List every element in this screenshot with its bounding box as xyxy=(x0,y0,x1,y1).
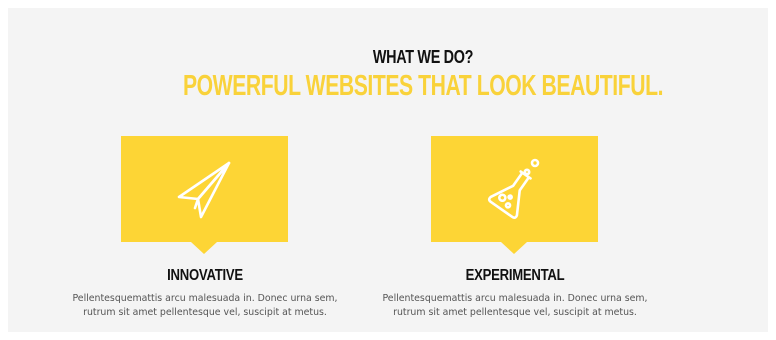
feature-card-innovative: INNOVATIVE Pellentesquemattis arcu males… xyxy=(65,136,345,336)
feature-description: Pellentesquemattis arcu malesuada in. Do… xyxy=(72,293,338,318)
section-kicker: WHAT WE DO? xyxy=(372,47,474,67)
what-we-do-section: WHAT WE DO? POWERFUL WEBSITES THAT LOOK … xyxy=(8,8,768,332)
feature-title: EXPERIMENTAL xyxy=(465,267,565,284)
feature-icon-box xyxy=(431,136,598,254)
paper-plane-icon xyxy=(177,161,230,219)
feature-description: Pellentesquemattis arcu malesuada in. Do… xyxy=(382,293,648,318)
feature-card-experimental: EXPERIMENTAL Pellentesquemattis arcu mal… xyxy=(375,136,655,336)
section-headline: POWERFUL WEBSITES THAT LOOK BEAUTIFUL. xyxy=(182,70,664,102)
feature-icon-box xyxy=(121,136,288,254)
feature-title: INNOVATIVE xyxy=(167,267,243,284)
flask-icon xyxy=(487,158,539,219)
